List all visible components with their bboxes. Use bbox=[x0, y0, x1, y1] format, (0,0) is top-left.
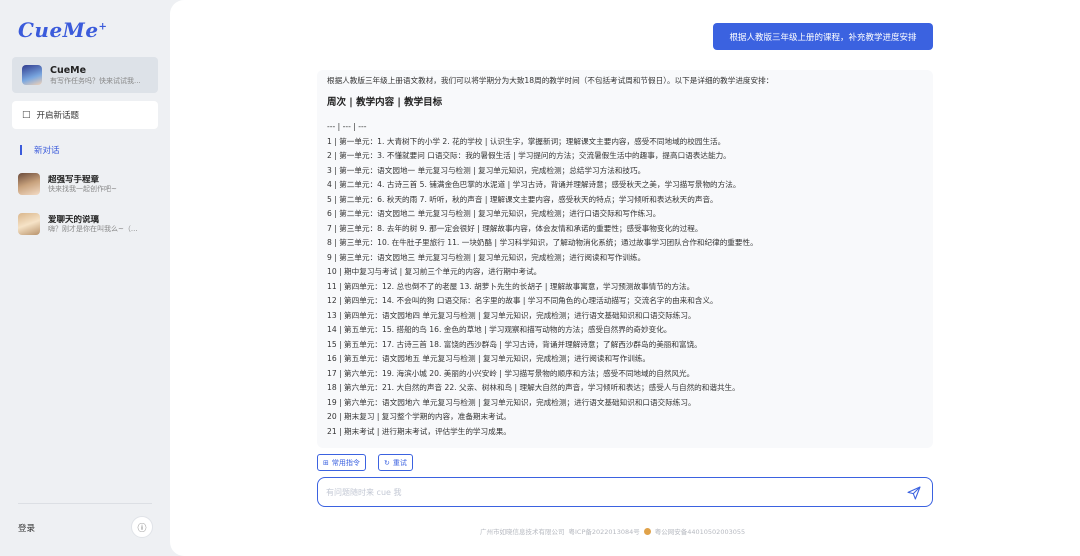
conversation-item[interactable]: 爱聊天的说璃 嗨？刚才是你在叫我么~（... bbox=[18, 213, 164, 235]
conversation-subtitle: 快来找我一起创作吧~ bbox=[48, 184, 117, 193]
conversation-item[interactable]: 超强写手程章 快来找我一起创作吧~ bbox=[18, 173, 164, 195]
info-icon[interactable]: ⓘ bbox=[131, 516, 153, 538]
conversation-text: 超强写手程章 快来找我一起创作吧~ bbox=[48, 175, 117, 194]
footer-company: 广州市如晓信息技术有限公司 bbox=[480, 528, 565, 536]
user-message-bubble: 根据人教版三年级上册的课程，补充教学进度安排 bbox=[713, 23, 933, 50]
schedule-line: 6 | 第二单元：语文园地二 单元复习与检测 | 复习单元知识，完成检测；进行口… bbox=[327, 209, 661, 218]
common-commands-button[interactable]: ⊞ 常用指令 bbox=[317, 454, 366, 471]
schedule-line: 2 | 第一单元：3. 不懂就要问 口语交际：我的暑假生活 | 学习提问的方法；… bbox=[327, 151, 731, 160]
schedule-line: 11 | 第四单元：12. 总也倒不了的老屋 13. 胡萝卜先生的长胡子 | 理… bbox=[327, 281, 695, 291]
login-link[interactable]: 登录 bbox=[18, 522, 35, 534]
schedule-line: 8 | 第三单元：10. 在牛肚子里旅行 11. 一块奶酪 | 学习科学知识，了… bbox=[327, 238, 758, 247]
active-bot-card[interactable]: CueMe 有写作任务吗？快来试试我... bbox=[12, 57, 158, 93]
police-badge-icon bbox=[643, 527, 651, 535]
reply-heading: 周次 | 教学内容 | 教学目标 bbox=[327, 97, 443, 108]
message-input[interactable] bbox=[326, 484, 886, 500]
chat-main: 根据人教版三年级上册的课程，补充教学进度安排 根据人教版三年级上册语文教材，我们… bbox=[170, 0, 1080, 556]
conversation-avatar bbox=[18, 173, 40, 195]
command-icon: ⊞ bbox=[323, 458, 329, 467]
sidebar-item-new-chat[interactable]: 新对话 bbox=[20, 144, 60, 156]
bot-avatar bbox=[22, 65, 42, 85]
retry-button[interactable]: ↻ 重试 bbox=[378, 454, 413, 471]
bot-name: CueMe bbox=[50, 65, 87, 77]
schedule-line: 21 | 期末考试 | 进行期末考试，评估学生的学习成果。 bbox=[327, 426, 511, 436]
conversation-text: 爱聊天的说璃 嗨？刚才是你在叫我么~（... bbox=[48, 215, 138, 234]
reply-schedule: --- | --- | --- 1 | 第一单元：1. 大青树下的小学 2. 花的… bbox=[327, 120, 923, 439]
conversation-avatar bbox=[18, 213, 40, 235]
sidebar-divider bbox=[18, 503, 152, 504]
schedule-line: 9 | 第三单元：语文园地三 单元复习与检测 | 复习单元知识，完成检测；进行阅… bbox=[327, 252, 646, 262]
schedule-line: 20 | 期末复习 | 复习整个学期的内容，准备期末考试。 bbox=[327, 412, 511, 421]
common-commands-label: 常用指令 bbox=[331, 458, 360, 467]
schedule-line: --- | --- | --- bbox=[327, 122, 367, 131]
schedule-line: 14 | 第五单元：15. 搭船的鸟 16. 金色的草地 | 学习观察和描写动物… bbox=[327, 325, 672, 334]
schedule-line: 5 | 第二单元：6. 秋天的雨 7. 听听，秋的声音 | 理解课文主要内容，感… bbox=[327, 194, 718, 204]
new-chat-label: 新对话 bbox=[34, 146, 60, 156]
bot-text: CueMe 有写作任务吗？快来试试我... bbox=[50, 65, 141, 85]
schedule-line: 19 | 第六单元：语文园地六 单元复习与检测 | 复习单元知识，完成检测；进行… bbox=[327, 397, 696, 407]
logo-text: CueMe bbox=[18, 18, 99, 42]
assistant-reply[interactable]: 根据人教版三年级上册语文教材，我们可以将学期分为大致18周的教学时间（不包括考试… bbox=[317, 70, 933, 448]
send-icon[interactable] bbox=[906, 485, 922, 501]
schedule-line: 15 | 第五单元：17. 古诗三首 18. 富饶的西沙群岛 | 学习古诗，背诵… bbox=[327, 339, 702, 349]
schedule-line: 16 | 第五单元：语文园地五 单元复习与检测 | 复习单元知识，完成检测；进行… bbox=[327, 354, 651, 363]
schedule-line: 3 | 第一单元：语文园地一 单元复习与检测 | 复习单元知识，完成检测；总结学… bbox=[327, 165, 646, 175]
schedule-line: 18 | 第六单元：21. 大自然的声音 22. 父亲、树林和鸟 | 理解大自然… bbox=[327, 383, 740, 392]
sidebar: CueMe+ CueMe 有写作任务吗？快来试试我... □ 开启新话题 新对话… bbox=[0, 0, 170, 556]
schedule-line: 13 | 第四单元：语文园地四 单元复习与检测 | 复习单元知识，完成检测；进行… bbox=[327, 310, 696, 320]
logo-mark: + bbox=[98, 21, 108, 33]
retry-label: 重试 bbox=[392, 458, 407, 467]
schedule-line: 10 | 期中复习与考试 | 复习前三个单元的内容，进行期中考试。 bbox=[327, 267, 542, 276]
new-topic-label: 开启新话题 bbox=[36, 111, 80, 121]
schedule-line: 4 | 第二单元：4. 古诗三首 5. 铺满金色巴掌的水泥道 | 学习古诗，背诵… bbox=[327, 180, 741, 189]
schedule-line: 12 | 第四单元：14. 不会叫的狗 口语交际：名字里的故事 | 学习不同角色… bbox=[327, 296, 718, 305]
conversation-subtitle: 嗨？刚才是你在叫我么~（... bbox=[48, 224, 138, 233]
schedule-line: 1 | 第一单元：1. 大青树下的小学 2. 花的学校 | 认识生字，掌握新词；… bbox=[327, 136, 726, 146]
new-topic-button[interactable]: □ 开启新话题 bbox=[12, 101, 158, 129]
bot-subtitle: 有写作任务吗？快来试试我... bbox=[50, 76, 141, 85]
reply-intro: 根据人教版三年级上册语文教材，我们可以将学期分为大致18周的教学时间（不包括考试… bbox=[327, 76, 774, 85]
message-input-box[interactable] bbox=[317, 477, 933, 507]
chat-plus-icon: □ bbox=[22, 110, 31, 120]
active-indicator bbox=[20, 145, 22, 155]
conversation-name: 爱聊天的说璃 bbox=[48, 214, 100, 225]
footer: 广州市如晓信息技术有限公司 粤ICP备2022013084号 粤公网安备4401… bbox=[480, 526, 745, 536]
schedule-line: 17 | 第六单元：19. 海滨小城 20. 美丽的小兴安岭 | 学习描写景物的… bbox=[327, 368, 695, 378]
app-logo[interactable]: CueMe+ bbox=[18, 18, 107, 42]
conversation-name: 超强写手程章 bbox=[48, 174, 100, 185]
refresh-icon: ↻ bbox=[384, 458, 390, 467]
footer-police[interactable]: 粤公网安备44010502003055 bbox=[655, 526, 745, 536]
schedule-line: 7 | 第三单元：8. 去年的树 9. 那一定会很好 | 理解故事内容，体会友情… bbox=[327, 223, 703, 233]
footer-icp[interactable]: 粤ICP备2022013084号 bbox=[569, 526, 640, 536]
